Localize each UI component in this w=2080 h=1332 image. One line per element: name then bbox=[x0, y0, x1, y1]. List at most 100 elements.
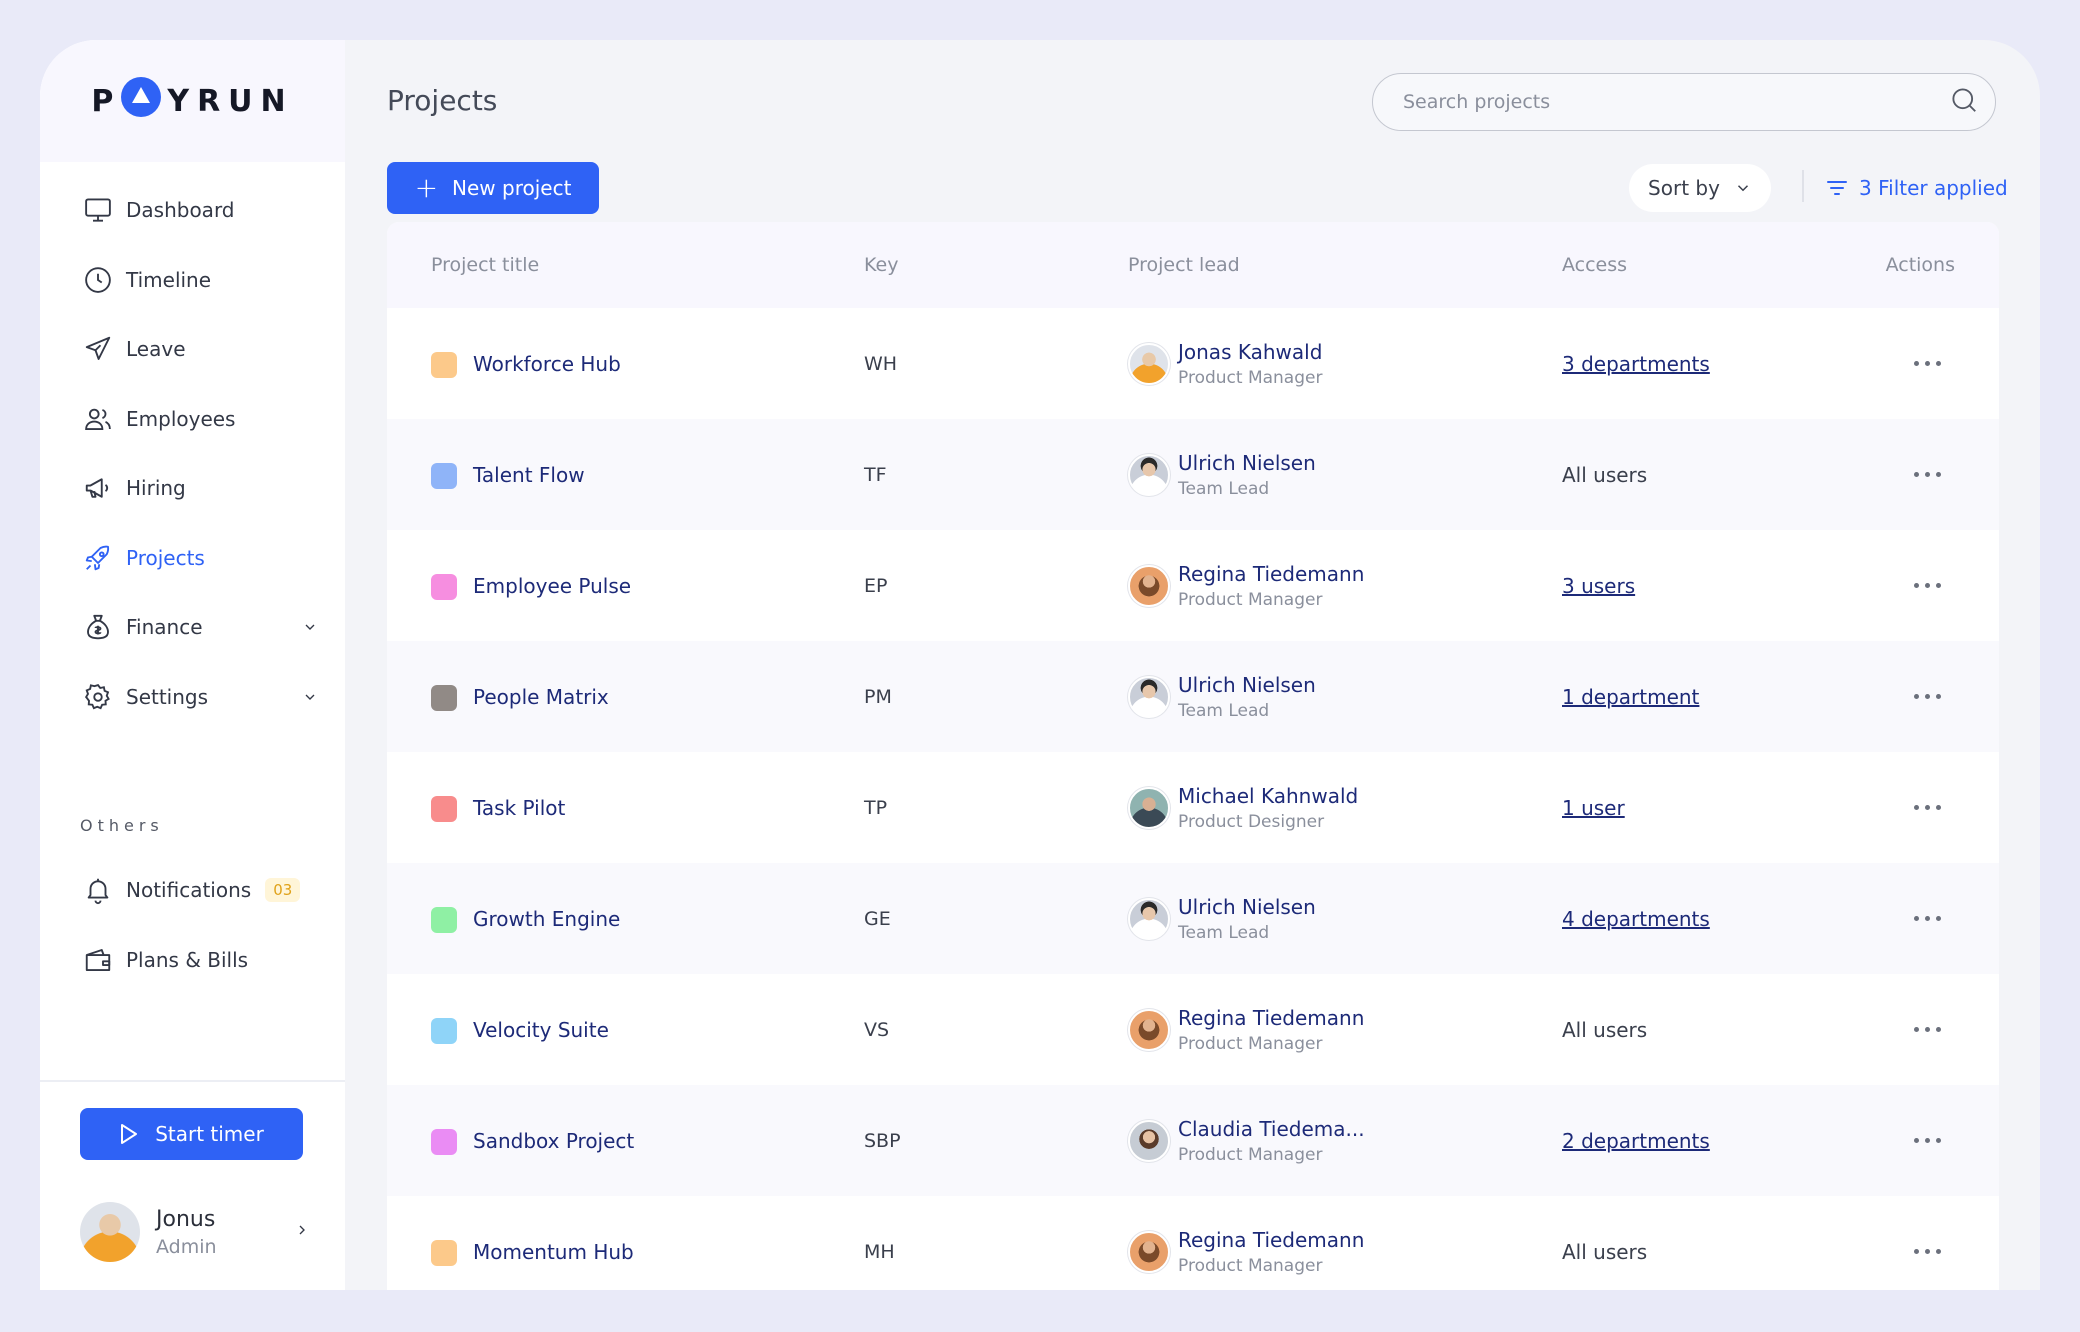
column-header-lead[interactable]: Project lead bbox=[1128, 254, 1240, 276]
more-actions-icon[interactable] bbox=[1914, 1027, 1941, 1032]
megaphone-icon bbox=[80, 470, 116, 506]
wallet-icon bbox=[80, 942, 116, 978]
column-header-title[interactable]: Project title bbox=[431, 254, 539, 276]
logo[interactable]: P YRUN bbox=[91, 77, 293, 121]
user-profile-card[interactable]: Jonus Admin bbox=[80, 1202, 310, 1262]
chevron-right-icon[interactable] bbox=[294, 1222, 310, 1242]
sort-by-dropdown[interactable]: Sort by bbox=[1629, 164, 1771, 212]
project-color-swatch bbox=[431, 352, 457, 378]
access-value[interactable]: 1 user bbox=[1562, 796, 1625, 820]
more-actions-icon[interactable] bbox=[1914, 1138, 1941, 1143]
logo-area: P YRUN bbox=[40, 40, 345, 162]
plus-icon: + bbox=[414, 171, 439, 204]
project-title-link[interactable]: Task Pilot bbox=[473, 796, 565, 820]
more-actions-icon[interactable] bbox=[1914, 805, 1941, 810]
chevron-down-icon[interactable] bbox=[300, 617, 320, 637]
avatar bbox=[1128, 453, 1170, 496]
chevron-down-icon[interactable] bbox=[300, 687, 320, 707]
table-row[interactable]: Momentum Hub MH Regina Tiedemann Product… bbox=[387, 1196, 1999, 1290]
sidebar-item-timeline[interactable]: Timeline bbox=[80, 258, 320, 302]
project-color-swatch bbox=[431, 796, 457, 822]
table-row[interactable]: Talent Flow TF Ulrich Nielsen Team Lead … bbox=[387, 419, 1999, 530]
start-timer-button[interactable]: Start timer bbox=[80, 1108, 303, 1160]
table-row[interactable]: Task Pilot TP Michael Kahnwald Product D… bbox=[387, 752, 1999, 863]
project-lead[interactable]: Regina Tiedemann Product Manager bbox=[1128, 562, 1364, 610]
search-bar[interactable] bbox=[1372, 73, 1996, 131]
more-actions-icon[interactable] bbox=[1914, 916, 1941, 921]
filter-button[interactable]: 3 Filter applied bbox=[1825, 164, 2008, 212]
access-value[interactable]: 1 department bbox=[1562, 685, 1699, 709]
more-actions-icon[interactable] bbox=[1914, 361, 1941, 366]
sidebar-item-finance[interactable]: Finance bbox=[80, 605, 320, 649]
lead-name: Regina Tiedemann bbox=[1178, 561, 1365, 586]
more-actions-icon[interactable] bbox=[1914, 1249, 1941, 1254]
sidebar: P YRUN Dashboard Timeline Leave Employee… bbox=[40, 40, 345, 1290]
project-lead[interactable]: Regina Tiedemann Product Manager bbox=[1128, 1006, 1364, 1054]
project-lead[interactable]: Ulrich Nielsen Team Lead bbox=[1128, 673, 1316, 721]
sidebar-item-label: Employees bbox=[126, 406, 236, 431]
lead-role: Team Lead bbox=[1178, 700, 1270, 721]
sidebar-item-label: Plans & Bills bbox=[126, 947, 249, 972]
table-row[interactable]: Employee Pulse EP Regina Tiedemann Produ… bbox=[387, 530, 1999, 641]
project-title-link[interactable]: Growth Engine bbox=[473, 907, 620, 931]
project-key: TP bbox=[864, 796, 888, 819]
table-row[interactable]: Sandbox Project SBP Claudia Tiedema... P… bbox=[387, 1085, 1999, 1196]
more-actions-icon[interactable] bbox=[1914, 583, 1941, 588]
sidebar-item-dashboard[interactable]: Dashboard bbox=[80, 188, 320, 232]
more-actions-icon[interactable] bbox=[1914, 694, 1941, 699]
access-value[interactable]: 4 departments bbox=[1562, 907, 1710, 931]
table-header: Project title Key Project lead Access Ac… bbox=[387, 222, 1999, 308]
app-frame: P YRUN Dashboard Timeline Leave Employee… bbox=[0, 0, 2080, 1332]
sidebar-item-plans-bills[interactable]: Plans & Bills bbox=[80, 938, 340, 982]
avatar bbox=[80, 1202, 140, 1262]
project-title-link[interactable]: Workforce Hub bbox=[473, 352, 621, 376]
logo-a-mark-icon bbox=[121, 77, 162, 117]
sidebar-item-projects[interactable]: Projects bbox=[80, 536, 320, 580]
sidebar-divider bbox=[40, 1080, 345, 1082]
sidebar-item-settings[interactable]: Settings bbox=[80, 675, 320, 719]
lead-name: Ulrich Nielsen bbox=[1178, 450, 1316, 475]
access-value[interactable]: 3 users bbox=[1562, 574, 1635, 598]
lead-name: Claudia Tiedema... bbox=[1178, 1116, 1365, 1141]
lead-role: Product Designer bbox=[1178, 811, 1325, 832]
sidebar-item-label: Notifications bbox=[126, 878, 252, 902]
project-title-link[interactable]: Velocity Suite bbox=[473, 1018, 609, 1042]
lead-role: Team Lead bbox=[1178, 922, 1270, 943]
sidebar-item-label: Dashboard bbox=[126, 198, 235, 222]
new-project-label: New project bbox=[452, 176, 572, 200]
project-title-link[interactable]: Talent Flow bbox=[473, 463, 585, 487]
sidebar-item-leave[interactable]: Leave bbox=[80, 327, 320, 371]
project-lead[interactable]: Claudia Tiedema... Product Manager bbox=[1128, 1117, 1365, 1165]
lead-role: Product Manager bbox=[1178, 1144, 1323, 1165]
project-title-link[interactable]: Employee Pulse bbox=[473, 574, 631, 598]
more-actions-icon[interactable] bbox=[1914, 472, 1941, 477]
project-title-link[interactable]: Sandbox Project bbox=[473, 1129, 634, 1153]
main-content: Projects + New project Sort by bbox=[345, 40, 2040, 1290]
column-header-access[interactable]: Access bbox=[1562, 254, 1627, 276]
project-color-swatch bbox=[431, 907, 457, 933]
table-row[interactable]: People Matrix PM Ulrich Nielsen Team Lea… bbox=[387, 641, 1999, 752]
search-icon[interactable] bbox=[1949, 85, 1979, 119]
table-row[interactable]: Growth Engine GE Ulrich Nielsen Team Lea… bbox=[387, 863, 1999, 974]
sidebar-item-employees[interactable]: Employees bbox=[80, 397, 320, 441]
table-row[interactable]: Velocity Suite VS Regina Tiedemann Produ… bbox=[387, 974, 1999, 1085]
sidebar-item-hiring[interactable]: Hiring bbox=[80, 466, 320, 510]
new-project-button[interactable]: + New project bbox=[387, 162, 599, 214]
sidebar-item-notifications[interactable]: Notifications 03 bbox=[80, 868, 340, 912]
project-lead[interactable]: Ulrich Nielsen Team Lead bbox=[1128, 895, 1316, 943]
project-color-swatch bbox=[431, 1240, 457, 1266]
search-input[interactable] bbox=[1403, 91, 1949, 113]
access-value[interactable]: 2 departments bbox=[1562, 1129, 1710, 1153]
project-lead[interactable]: Jonas Kahwald Product Manager bbox=[1128, 340, 1322, 388]
access-value[interactable]: 3 departments bbox=[1562, 352, 1710, 376]
column-header-key[interactable]: Key bbox=[864, 254, 898, 276]
project-lead[interactable]: Michael Kahnwald Product Designer bbox=[1128, 784, 1358, 832]
project-lead[interactable]: Regina Tiedemann Product Manager bbox=[1128, 1228, 1364, 1276]
sidebar-item-label: Projects bbox=[126, 545, 205, 570]
project-lead[interactable]: Ulrich Nielsen Team Lead bbox=[1128, 451, 1316, 499]
table-row[interactable]: Workforce Hub WH Jonas Kahwald Product M… bbox=[387, 308, 1999, 419]
project-title-link[interactable]: Momentum Hub bbox=[473, 1240, 634, 1264]
project-title-link[interactable]: People Matrix bbox=[473, 685, 609, 709]
app-window: P YRUN Dashboard Timeline Leave Employee… bbox=[40, 40, 2040, 1290]
project-color-swatch bbox=[431, 1018, 457, 1044]
